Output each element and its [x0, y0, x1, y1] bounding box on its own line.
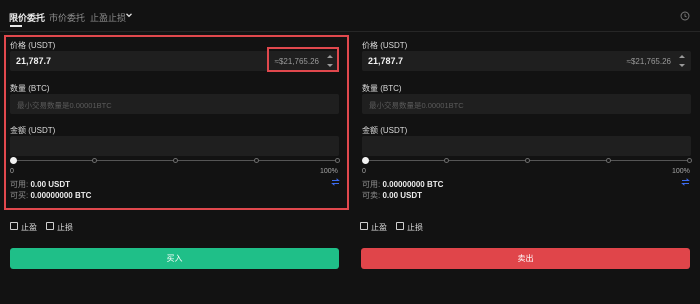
slider-tick[interactable]: [686, 158, 692, 163]
order-type-tabs: 限价委托 市价委托 止盈止损: [0, 0, 700, 34]
available-value: 0.00000000 BTC: [382, 180, 444, 189]
quantity-placeholder: 最小交易数量是0.00001BTC: [369, 101, 464, 110]
slider-tick[interactable]: [605, 158, 611, 163]
slider-thumb[interactable]: [361, 157, 369, 164]
sell-button[interactable]: 卖出: [361, 248, 690, 269]
swap-icon[interactable]: [681, 178, 690, 186]
percentage-slider[interactable]: [361, 156, 692, 166]
clock-icon[interactable]: [680, 11, 690, 21]
slider-max-label: 100%: [672, 168, 690, 175]
available-balance: 可用: 0.00000000 BTC: [362, 179, 443, 190]
amount-input[interactable]: [362, 136, 691, 156]
available-label: 可用:: [362, 180, 381, 189]
highlight-box-approx-price: [267, 47, 339, 72]
tab-limit-order[interactable]: 限价委托: [9, 11, 45, 24]
slider-tick[interactable]: [443, 158, 449, 163]
stop-loss-checkbox[interactable]: [46, 222, 54, 230]
take-profit-checkbox[interactable]: [360, 222, 368, 230]
stop-loss-checkbox[interactable]: [396, 222, 404, 230]
slider-tick[interactable]: [524, 158, 530, 163]
take-profit-label: 止盈: [21, 223, 37, 232]
slider-min-label: 0: [362, 168, 366, 175]
chevron-down-icon[interactable]: [124, 10, 134, 20]
price-input[interactable]: 21,787.7 ≈$21,765.26: [362, 51, 691, 71]
quantity-input[interactable]: 最小交易数量是0.00001BTC: [362, 94, 691, 114]
decrement-icon[interactable]: [679, 64, 685, 67]
price-label: 价格 (USDT): [362, 41, 408, 50]
tab-market-order[interactable]: 市价委托: [49, 11, 85, 24]
buy-button[interactable]: 买入: [10, 248, 339, 269]
amount-label: 金额 (USDT): [362, 126, 408, 135]
can-sell-value: 0.00 USDT: [382, 191, 423, 200]
quantity-label: 数量 (BTC): [362, 84, 402, 93]
stop-loss-label: 止损: [57, 223, 73, 232]
price-approx-usd: ≈$21,765.26: [626, 57, 671, 66]
max-sell-quantity: 可卖: 0.00 USDT: [362, 190, 422, 201]
active-tab-indicator: [10, 25, 22, 27]
stepper-icon[interactable]: [678, 53, 687, 69]
stop-loss-label: 止损: [407, 223, 423, 232]
increment-icon[interactable]: [679, 55, 685, 58]
tab-tp-sl-order[interactable]: 止盈止损: [90, 11, 126, 24]
take-profit-checkbox[interactable]: [10, 222, 18, 230]
price-value: 21,787.7: [368, 56, 404, 66]
take-profit-label: 止盈: [371, 223, 387, 232]
can-sell-label: 可卖:: [362, 191, 381, 200]
